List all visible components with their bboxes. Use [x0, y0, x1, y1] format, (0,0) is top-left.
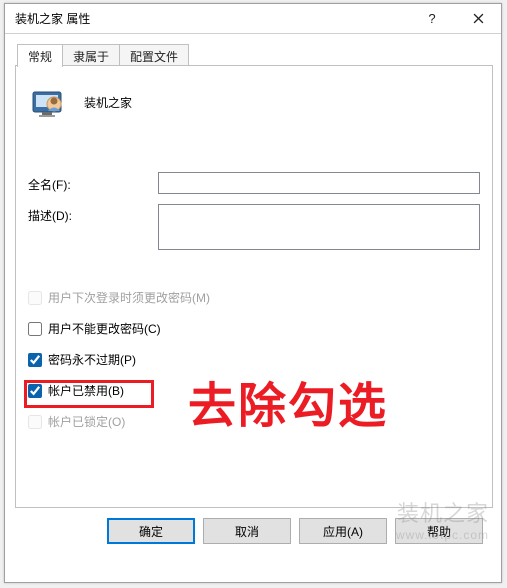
user-header: 装机之家: [28, 80, 480, 138]
annotation-text: 去除勾选: [188, 366, 388, 436]
annotation-highlight-box: [24, 380, 154, 408]
tab-profile[interactable]: 配置文件: [119, 44, 189, 66]
row-fullname: 全名(F):: [28, 172, 480, 194]
dialog-buttons: 确定 取消 应用(A) 帮助: [15, 508, 493, 556]
dialog-content: 常规 隶属于 配置文件 装机之家: [5, 34, 501, 582]
checkbox-never-expires[interactable]: [28, 353, 42, 367]
chk-cannot-change[interactable]: 用户不能更改密码(C): [28, 320, 480, 337]
user-icon: [30, 84, 66, 120]
input-description[interactable]: [158, 204, 480, 250]
titlebar: 装机之家 属性 ?: [5, 4, 501, 34]
apply-button[interactable]: 应用(A): [299, 518, 387, 544]
help-button[interactable]: ?: [409, 4, 455, 33]
cancel-button[interactable]: 取消: [203, 518, 291, 544]
properties-dialog: 装机之家 属性 ? 常规 隶属于 配置文件: [4, 3, 502, 583]
checkbox-account-locked: [28, 415, 42, 429]
ok-button[interactable]: 确定: [107, 518, 195, 544]
tab-memberof[interactable]: 隶属于: [62, 44, 120, 66]
close-button[interactable]: [455, 4, 501, 33]
close-icon: [473, 13, 484, 24]
tabs-container: 常规 隶属于 配置文件 装机之家: [15, 44, 493, 508]
user-display-name: 装机之家: [84, 94, 132, 111]
window-title: 装机之家 属性: [15, 10, 409, 27]
input-fullname[interactable]: [158, 172, 480, 194]
label-description: 描述(D):: [28, 204, 158, 224]
checkbox-cannot-change[interactable]: [28, 322, 42, 336]
row-description: 描述(D):: [28, 204, 480, 253]
checkbox-must-change: [28, 291, 42, 305]
tab-general[interactable]: 常规: [17, 44, 63, 67]
chk-must-change: 用户下次登录时须更改密码(M): [28, 289, 480, 306]
help-dialog-button[interactable]: 帮助: [395, 518, 483, 544]
tab-general-body: 装机之家 全名(F): 描述(D): 用户下次登录时须更改密码(M): [15, 65, 493, 508]
label-fullname: 全名(F):: [28, 173, 158, 193]
tabs-header: 常规 隶属于 配置文件: [15, 44, 493, 66]
